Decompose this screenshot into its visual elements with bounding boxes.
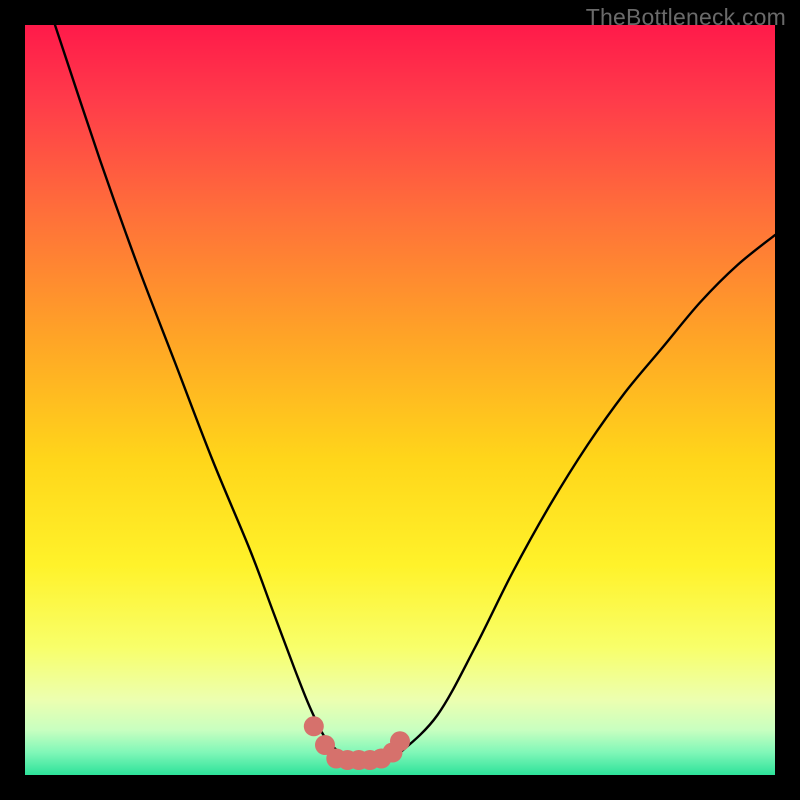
sweet-spot-dot — [304, 716, 324, 736]
chart-frame: TheBottleneck.com — [0, 0, 800, 800]
sweet-spot-dot — [390, 731, 410, 751]
bottleneck-curve — [25, 25, 775, 775]
plot-area — [25, 25, 775, 775]
